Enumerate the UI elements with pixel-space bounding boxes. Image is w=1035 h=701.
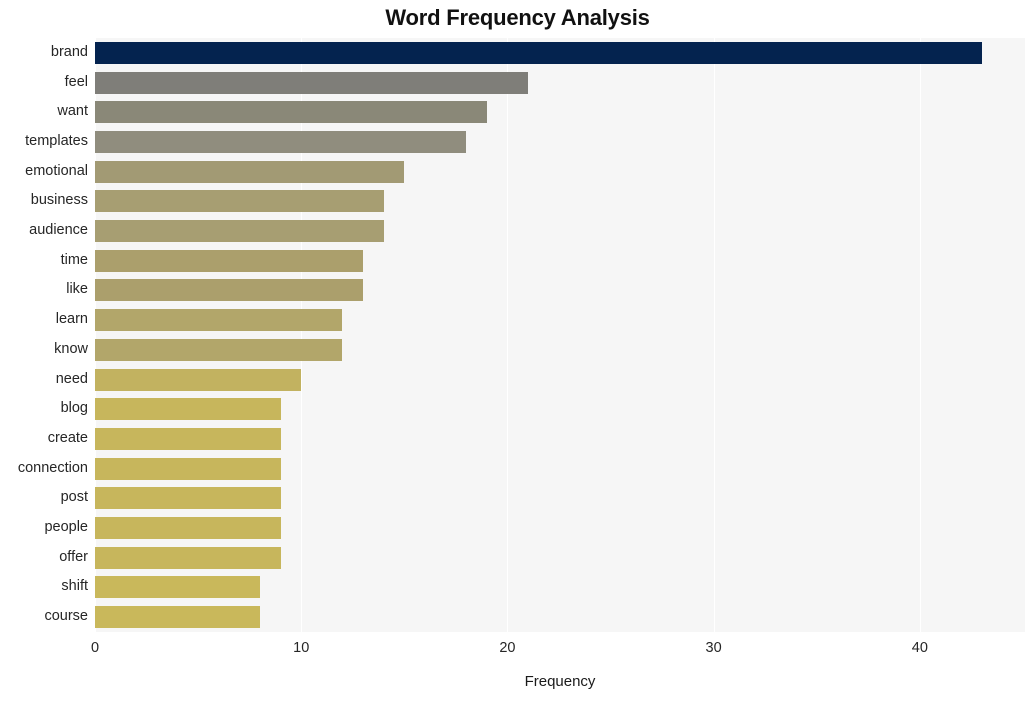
bar-row xyxy=(95,484,1025,514)
plot-area xyxy=(95,38,1025,632)
bar-row xyxy=(95,424,1025,454)
x-axis-tick-20: 20 xyxy=(499,640,516,656)
bar xyxy=(95,41,982,64)
bar xyxy=(95,309,343,332)
bar-row xyxy=(95,68,1025,98)
bar xyxy=(95,220,384,243)
bar-row xyxy=(95,335,1025,365)
bar-row xyxy=(95,365,1025,395)
bar xyxy=(95,457,281,480)
bar xyxy=(95,160,405,183)
y-axis-label-learn: learn xyxy=(55,311,88,328)
bar-row xyxy=(95,97,1025,127)
y-axis-label-create: create xyxy=(47,429,88,446)
bar xyxy=(95,368,302,391)
y-axis-label-brand: brand xyxy=(50,43,88,60)
y-axis-label-audience: audience xyxy=(29,222,88,239)
y-axis-label-templates: templates xyxy=(25,132,88,149)
y-axis-label-connection: connection xyxy=(17,459,88,476)
bar xyxy=(95,427,281,450)
bar xyxy=(95,487,281,510)
bar-row xyxy=(95,246,1025,276)
x-axis-tick-labels: 0 10 20 30 40 xyxy=(0,640,1035,664)
y-axis-label-want: want xyxy=(57,103,88,120)
bar xyxy=(95,130,467,153)
y-axis-label-like: like xyxy=(66,281,88,298)
bar-row xyxy=(95,454,1025,484)
bar xyxy=(95,576,260,599)
x-axis-title: Frequency xyxy=(524,673,596,690)
bar xyxy=(95,101,487,124)
x-axis-tick-10: 10 xyxy=(293,640,310,656)
y-axis-tick-labels: brand feel want templates emotional business a… xyxy=(0,38,88,632)
word-frequency-bar-chart: Word Frequency Analysis brand feel want tem… xyxy=(0,0,1035,701)
bar xyxy=(95,546,281,569)
bar-row xyxy=(95,513,1025,543)
bar xyxy=(95,279,364,302)
bar-row xyxy=(95,602,1025,632)
bar-row xyxy=(95,305,1025,335)
y-axis-label-post: post xyxy=(60,489,88,506)
y-axis-label-offer: offer xyxy=(59,548,88,565)
bar-row xyxy=(95,38,1025,68)
y-axis-label-shift: shift xyxy=(61,578,88,595)
y-axis-label-blog: blog xyxy=(60,400,88,417)
bar-row xyxy=(95,543,1025,573)
y-axis-label-emotional: emotional xyxy=(25,162,88,179)
bar-row xyxy=(95,157,1025,187)
bar-row xyxy=(95,276,1025,306)
bar-row xyxy=(95,216,1025,246)
chart-title: Word Frequency Analysis xyxy=(385,5,650,30)
bar-row xyxy=(95,394,1025,424)
y-axis-label-need: need xyxy=(55,370,88,387)
x-axis-tick-30: 30 xyxy=(705,640,722,656)
bar-row xyxy=(95,187,1025,217)
y-axis-label-business: business xyxy=(30,192,88,209)
y-axis-label-course: course xyxy=(44,608,88,625)
y-axis-label-people: people xyxy=(44,519,88,536)
bar xyxy=(95,249,364,272)
bar xyxy=(95,606,260,629)
bar xyxy=(95,398,281,421)
bar xyxy=(95,338,343,361)
y-axis-label-know: know xyxy=(54,340,88,357)
y-axis-label-feel: feel xyxy=(64,73,88,90)
bar xyxy=(95,190,384,213)
bar-row xyxy=(95,573,1025,603)
bar xyxy=(95,517,281,540)
x-axis-tick-40: 40 xyxy=(911,640,928,656)
bar-row xyxy=(95,127,1025,157)
bar xyxy=(95,71,529,94)
y-axis-label-time: time xyxy=(60,251,88,268)
x-axis-tick-0: 0 xyxy=(90,640,100,656)
